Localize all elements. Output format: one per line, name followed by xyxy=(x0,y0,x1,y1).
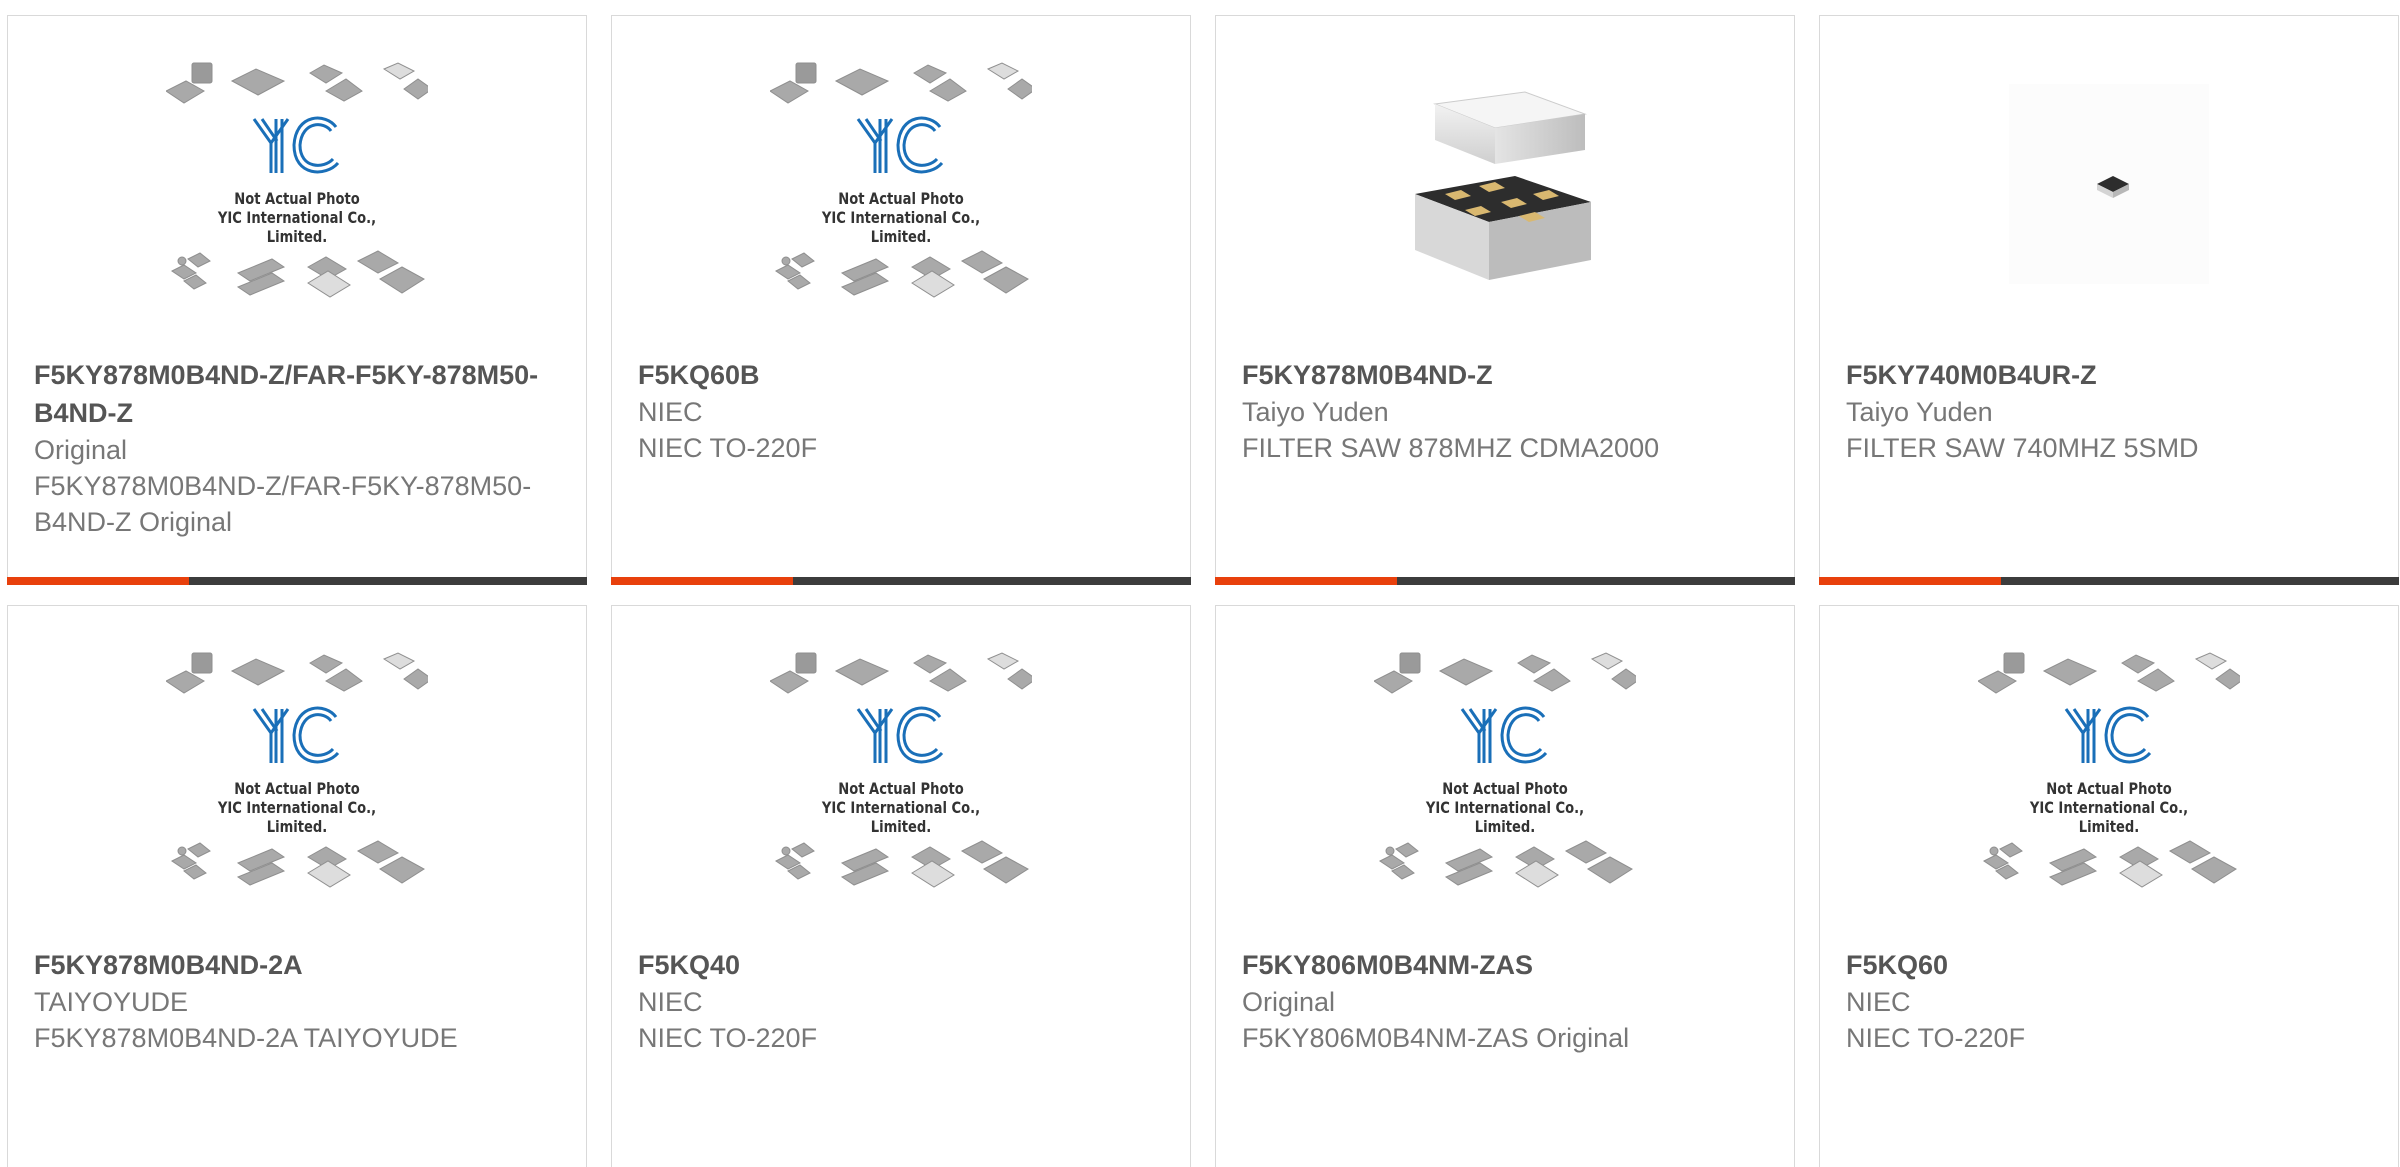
description: F5KY878M0B4ND-Z/FAR-F5KY-878M50-B4ND-Z O… xyxy=(34,471,532,537)
placeholder-company: YIC International Co., Limited. xyxy=(2029,798,2189,836)
brand: TAIYOYUDE xyxy=(34,987,189,1017)
saw-filter-image xyxy=(2009,83,2209,284)
placeholder-caption: Not Actual Photo xyxy=(2046,779,2172,798)
product-thumbnail[interactable]: Not Actual Photo YIC International Co., … xyxy=(612,606,1190,941)
description: F5KY878M0B4ND-2A TAIYOYUDE xyxy=(34,1023,458,1053)
product-card[interactable]: Not Actual Photo YIC International Co., … xyxy=(1215,605,1795,1167)
product-thumbnail[interactable]: Not Actual Photo YIC International Co., … xyxy=(8,16,586,351)
product-card[interactable]: Not Actual Photo YIC International Co., … xyxy=(611,15,1191,585)
placeholder-company: YIC International Co., Limited. xyxy=(217,798,377,836)
card-bottom-bar xyxy=(1215,577,1795,585)
part-number-link[interactable]: F5KY806M0B4NM-ZAS xyxy=(1242,946,1768,984)
product-thumbnail[interactable] xyxy=(1820,16,2398,351)
part-number-link[interactable]: F5KQ40 xyxy=(638,946,1164,984)
description: NIEC TO-220F xyxy=(638,1023,818,1053)
placeholder-caption: Not Actual Photo xyxy=(838,189,964,208)
placeholder-image: Not Actual Photo YIC International Co., … xyxy=(166,651,428,896)
product-thumbnail[interactable] xyxy=(1216,16,1794,351)
placeholder-image: Not Actual Photo YIC International Co., … xyxy=(1374,651,1636,896)
brand: NIEC xyxy=(1846,987,1911,1017)
part-number-link[interactable]: F5KQ60B xyxy=(638,356,1164,394)
product-thumbnail[interactable]: Not Actual Photo YIC International Co., … xyxy=(1820,606,2398,941)
placeholder-company: YIC International Co., Limited. xyxy=(821,208,981,246)
placeholder-company: YIC International Co., Limited. xyxy=(1425,798,1585,836)
placeholder-caption: Not Actual Photo xyxy=(234,189,360,208)
brand: NIEC xyxy=(638,397,703,427)
placeholder-caption: Not Actual Photo xyxy=(1442,779,1568,798)
brand: Taiyo Yuden xyxy=(1242,397,1389,427)
description: NIEC TO-220F xyxy=(1846,1023,2026,1053)
part-number-link[interactable]: F5KY740M0B4UR-Z xyxy=(1846,356,2372,394)
part-number-link[interactable]: F5KY878M0B4ND-Z xyxy=(1242,356,1768,394)
description: NIEC TO-220F xyxy=(638,433,818,463)
part-number-link[interactable]: F5KY878M0B4ND-2A xyxy=(34,946,560,984)
card-bottom-bar xyxy=(611,577,1191,585)
brand: NIEC xyxy=(638,987,703,1017)
placeholder-image: Not Actual Photo YIC International Co., … xyxy=(770,61,1032,306)
card-accent-bar xyxy=(611,577,793,585)
description: F5KY806M0B4NM-ZAS Original xyxy=(1242,1023,1630,1053)
placeholder-image: Not Actual Photo YIC International Co., … xyxy=(1978,651,2240,896)
placeholder-image: Not Actual Photo YIC International Co., … xyxy=(166,61,428,306)
product-thumbnail[interactable]: Not Actual Photo YIC International Co., … xyxy=(612,16,1190,351)
placeholder-caption: Not Actual Photo xyxy=(234,779,360,798)
product-card[interactable]: F5KY740M0B4UR-Z Taiyo Yuden FILTER SAW 7… xyxy=(1819,15,2399,585)
card-bottom-bar xyxy=(7,577,587,585)
part-number-link[interactable]: F5KQ60 xyxy=(1846,946,2372,984)
product-card[interactable]: Not Actual Photo YIC International Co., … xyxy=(7,605,587,1167)
saw-filter-image xyxy=(1415,90,1591,280)
product-card[interactable]: Not Actual Photo YIC International Co., … xyxy=(611,605,1191,1167)
brand: Taiyo Yuden xyxy=(1846,397,1993,427)
placeholder-company: YIC International Co., Limited. xyxy=(217,208,377,246)
card-accent-bar xyxy=(1215,577,1397,585)
part-number-link[interactable]: F5KY878M0B4ND-Z/FAR-F5KY-878M50-B4ND-Z xyxy=(34,356,560,432)
product-card[interactable]: F5KY878M0B4ND-Z Taiyo Yuden FILTER SAW 8… xyxy=(1215,15,1795,585)
description: FILTER SAW 878MHZ CDMA2000 xyxy=(1242,433,1660,463)
brand: Original xyxy=(34,435,128,465)
placeholder-image: Not Actual Photo YIC International Co., … xyxy=(770,651,1032,896)
card-accent-bar xyxy=(1819,577,2001,585)
placeholder-caption: Not Actual Photo xyxy=(838,779,964,798)
brand: Original xyxy=(1242,987,1336,1017)
product-card[interactable]: Not Actual Photo YIC International Co., … xyxy=(1819,605,2399,1167)
card-accent-bar xyxy=(7,577,189,585)
product-card[interactable]: Not Actual Photo YIC International Co., … xyxy=(7,15,587,585)
description: FILTER SAW 740MHZ 5SMD xyxy=(1846,433,2199,463)
product-thumbnail[interactable]: Not Actual Photo YIC International Co., … xyxy=(8,606,586,941)
product-thumbnail[interactable]: Not Actual Photo YIC International Co., … xyxy=(1216,606,1794,941)
card-bottom-bar xyxy=(1819,577,2399,585)
placeholder-company: YIC International Co., Limited. xyxy=(821,798,981,836)
